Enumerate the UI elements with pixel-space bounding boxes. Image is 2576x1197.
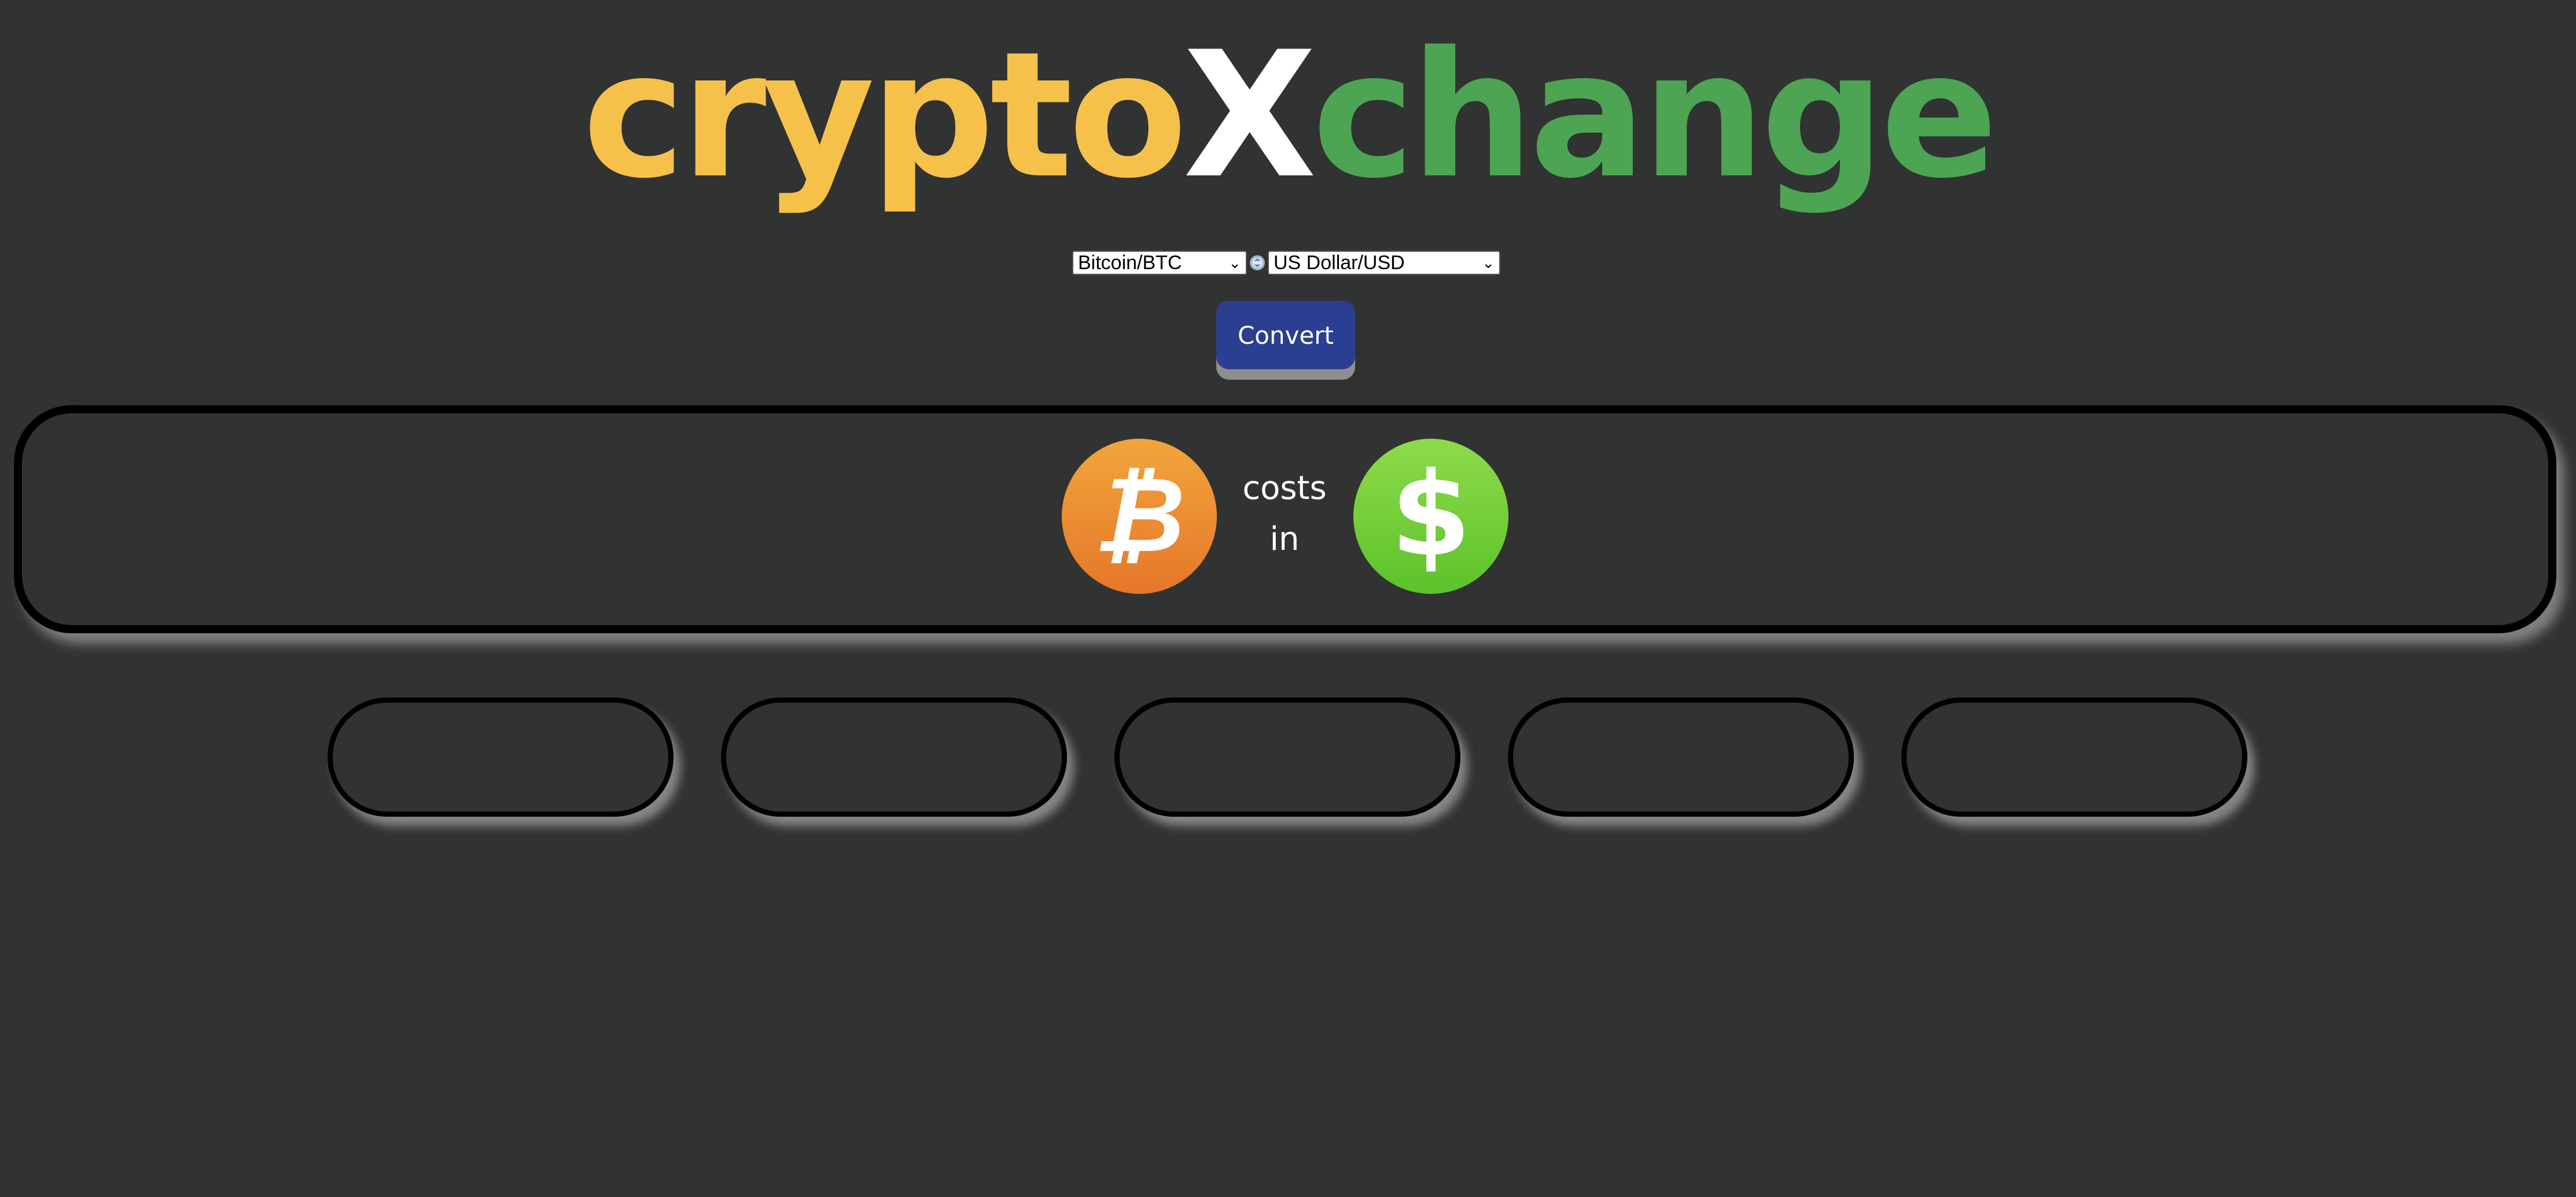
title-crypto: crypto: [582, 14, 1188, 216]
convert-button-wrapper: Convert: [1216, 301, 1355, 380]
chevron-down-icon: ⌄: [1482, 254, 1495, 271]
history-slot-5[interactable]: [1901, 697, 2247, 817]
swap-icon[interactable]: [1247, 253, 1267, 273]
bitcoin-icon: ₿: [1062, 439, 1217, 594]
costs-in-text: costs in: [1227, 463, 1342, 565]
from-currency-select[interactable]: Bitcoin/BTC ⌄: [1072, 251, 1247, 275]
to-currency-select[interactable]: US Dollar/USD ⌄: [1268, 251, 1500, 275]
history-slot-1[interactable]: [327, 697, 674, 817]
chevron-down-icon: ⌄: [1228, 254, 1241, 271]
svg-text:$: $: [1390, 447, 1471, 582]
in-label: in: [1269, 520, 1300, 558]
history-slot-4[interactable]: [1508, 697, 1854, 817]
from-currency-value: Bitcoin/BTC: [1078, 251, 1182, 274]
history-slot-2[interactable]: [721, 697, 1067, 817]
svg-text:₿: ₿: [1094, 455, 1185, 576]
currency-selectors: Bitcoin/BTC ⌄ US Dollar/USD ⌄: [1072, 250, 1500, 276]
dollar-icon: $: [1353, 439, 1508, 594]
app-title: cryptoXchange: [0, 17, 2576, 214]
convert-button[interactable]: Convert: [1216, 301, 1355, 369]
costs-label: costs: [1242, 469, 1327, 507]
history-slot-3[interactable]: [1114, 697, 1460, 817]
to-currency-value: US Dollar/USD: [1274, 251, 1405, 274]
title-x: X: [1183, 14, 1316, 216]
title-change: change: [1312, 14, 1999, 216]
